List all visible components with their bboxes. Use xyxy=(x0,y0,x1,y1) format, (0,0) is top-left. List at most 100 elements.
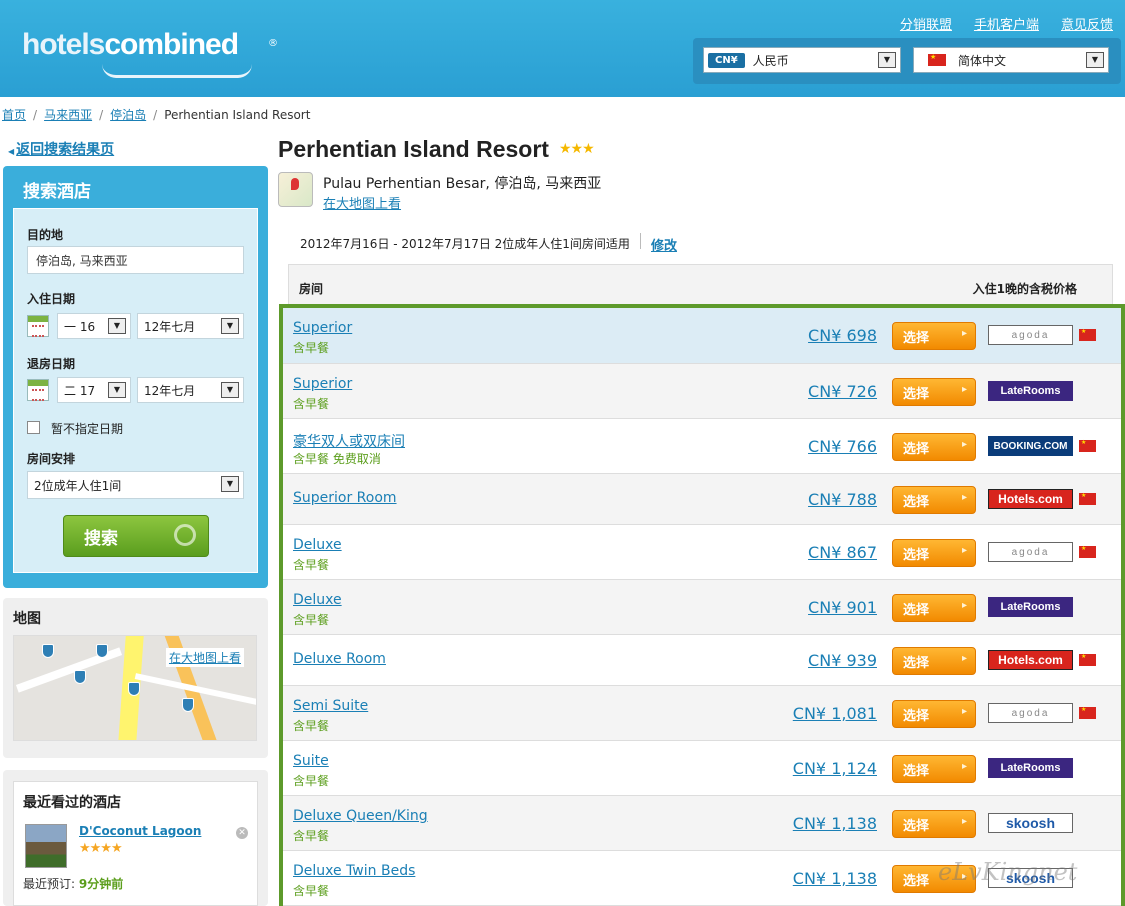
rooms-select[interactable]: 2位成年人住1间 ▼ xyxy=(27,471,244,499)
affiliate-link[interactable]: 分销联盟 xyxy=(900,14,952,33)
select-offer-button[interactable]: 选择 xyxy=(892,647,976,675)
provider-logo-skoosh[interactable]: skoosh xyxy=(988,813,1073,833)
map-pin-icon[interactable] xyxy=(42,644,54,658)
back-to-results-link[interactable]: ◀ 返回搜索结果页 xyxy=(8,139,114,159)
provider-logo-laterooms[interactable]: LateRooms xyxy=(988,758,1073,778)
room-name-link[interactable]: Deluxe Queen/King xyxy=(293,808,428,824)
currency-code-badge: CN¥ xyxy=(708,52,745,68)
select-offer-button[interactable]: 选择 xyxy=(892,322,976,350)
close-icon[interactable]: ✕ xyxy=(236,827,248,839)
checkout-month-select[interactable]: 12年七月 ▼ xyxy=(137,377,244,403)
room-inclusions: 含早餐 xyxy=(293,341,330,355)
room-name-link[interactable]: Deluxe xyxy=(293,537,342,553)
search-icon xyxy=(174,524,196,546)
stay-dates-summary: 2012年7月16日 - 2012年7月17日 2位成年人住1间房间适用 xyxy=(300,237,630,251)
china-flag-icon xyxy=(1079,439,1096,452)
checkout-day-select[interactable]: 二 17 ▼ xyxy=(57,377,131,403)
provider-logo-hotels[interactable]: Hotels.com xyxy=(988,650,1073,670)
no-date-checkbox[interactable] xyxy=(27,421,40,434)
breadcrumb-current: Perhentian Island Resort xyxy=(164,108,311,122)
destination-input[interactable]: 停泊岛, 马来西亚 xyxy=(27,246,244,274)
room-price-link[interactable]: CN¥ 901 xyxy=(808,598,877,617)
room-price-link[interactable]: CN¥ 1,124 xyxy=(793,759,877,778)
modify-dates-link[interactable]: 修改 xyxy=(651,235,677,254)
room-price-link[interactable]: CN¥ 1,138 xyxy=(793,814,877,833)
room-name-link[interactable]: Suite xyxy=(293,753,329,769)
hotel-thumbnail[interactable] xyxy=(25,824,67,868)
view-large-map-link[interactable]: 在大地图上看 xyxy=(165,648,244,667)
select-offer-button[interactable]: 选择 xyxy=(892,594,976,622)
checkin-day-select[interactable]: 一 16 ▼ xyxy=(57,313,131,339)
map-pin-icon[interactable] xyxy=(128,682,140,696)
chevron-down-icon[interactable]: ▼ xyxy=(108,318,126,334)
chevron-down-icon[interactable]: ▼ xyxy=(221,318,239,334)
mini-map[interactable]: 在大地图上看 xyxy=(13,635,257,741)
room-price-link[interactable]: CN¥ 939 xyxy=(808,651,877,670)
room-price-link[interactable]: CN¥ 698 xyxy=(808,326,877,345)
breadcrumb-island[interactable]: 停泊岛 xyxy=(110,108,146,122)
select-offer-button[interactable]: 选择 xyxy=(892,378,976,406)
room-inclusions: 含早餐 xyxy=(293,829,330,843)
china-flag-icon xyxy=(1079,706,1096,719)
feedback-link[interactable]: 意见反馈 xyxy=(1061,14,1113,33)
room-price-link[interactable]: CN¥ 867 xyxy=(808,543,877,562)
room-row: Semi Suite 含早餐 CN¥ 1,081 选择 agoda xyxy=(283,686,1121,741)
room-name-link[interactable]: Deluxe Room xyxy=(293,651,386,667)
chevron-down-icon[interactable]: ▼ xyxy=(108,382,126,398)
select-offer-button[interactable]: 选择 xyxy=(892,539,976,567)
room-offers-list: Superior 含早餐 CN¥ 698 选择 agoda Superior 含早餐 CN¥ … xyxy=(279,304,1125,906)
recent-hotel-link[interactable]: D'Coconut Lagoon xyxy=(79,824,201,838)
room-name-link[interactable]: Superior Room xyxy=(293,490,397,506)
room-name-link[interactable]: Deluxe xyxy=(293,592,342,608)
search-panel-title: 搜索酒店 xyxy=(23,182,91,202)
calendar-icon[interactable] xyxy=(27,315,49,337)
provider-logo-hotels[interactable]: Hotels.com xyxy=(988,489,1073,509)
language-select[interactable]: 简体中文 ▼ xyxy=(913,47,1109,73)
calendar-icon[interactable] xyxy=(27,379,49,401)
provider-logo-laterooms[interactable]: LateRooms xyxy=(988,597,1073,617)
provider-logo-agoda[interactable]: agoda xyxy=(988,325,1073,345)
mobile-app-link[interactable]: 手机客户端 xyxy=(974,14,1039,33)
room-price-link[interactable]: CN¥ 788 xyxy=(808,490,877,509)
room-price-link[interactable]: CN¥ 1,081 xyxy=(793,704,877,723)
logo-text: hotelscombined xyxy=(22,28,239,61)
room-name-link[interactable]: Superior xyxy=(293,320,352,336)
breadcrumb-home[interactable]: 首页 xyxy=(2,108,26,122)
column-room: 房间 xyxy=(299,282,324,296)
chevron-down-icon[interactable]: ▼ xyxy=(878,52,896,68)
hotelscombined-logo[interactable]: hotelscombined ® xyxy=(22,18,278,78)
chevron-down-icon[interactable]: ▼ xyxy=(1086,52,1104,68)
room-name-link[interactable]: Superior xyxy=(293,376,352,392)
checkin-month-select[interactable]: 12年七月 ▼ xyxy=(137,313,244,339)
provider-logo-agoda[interactable]: agoda xyxy=(988,542,1073,562)
room-name-link[interactable]: Deluxe Twin Beds xyxy=(293,863,415,879)
breadcrumb-country[interactable]: 马来西亚 xyxy=(44,108,92,122)
site-header: hotelscombined ® 分销联盟 手机客户端 意见反馈 CN¥ 人民币… xyxy=(0,0,1125,97)
chevron-down-icon[interactable]: ▼ xyxy=(221,476,239,492)
map-pin-icon[interactable] xyxy=(74,670,86,684)
provider-logo-laterooms[interactable]: LateRooms xyxy=(988,381,1073,401)
room-price-link[interactable]: CN¥ 1,138 xyxy=(793,869,877,888)
select-offer-button[interactable]: 选择 xyxy=(892,433,976,461)
map-panel-title: 地图 xyxy=(13,611,41,627)
china-flag-icon xyxy=(1079,545,1096,558)
room-name-link[interactable]: 豪华双人或双床间 xyxy=(293,431,405,451)
map-icon[interactable] xyxy=(278,172,313,207)
map-pin-icon[interactable] xyxy=(182,698,194,712)
select-offer-button[interactable]: 选择 xyxy=(892,810,976,838)
locale-selectors: CN¥ 人民币 ▼ 简体中文 ▼ xyxy=(693,38,1121,84)
view-large-map-link[interactable]: 在大地图上看 xyxy=(323,193,401,212)
select-offer-button[interactable]: 选择 xyxy=(892,486,976,514)
room-name-link[interactable]: Semi Suite xyxy=(293,698,368,714)
room-price-link[interactable]: CN¥ 726 xyxy=(808,382,877,401)
room-price-link[interactable]: CN¥ 766 xyxy=(808,437,877,456)
chevron-down-icon[interactable]: ▼ xyxy=(221,382,239,398)
select-offer-button[interactable]: 选择 xyxy=(892,700,976,728)
select-offer-button[interactable]: 选择 xyxy=(892,755,976,783)
search-button[interactable]: 搜索 xyxy=(63,515,209,557)
map-pin-icon[interactable] xyxy=(96,644,108,658)
provider-logo-agoda[interactable]: agoda xyxy=(988,703,1073,723)
currency-select[interactable]: CN¥ 人民币 ▼ xyxy=(703,47,901,73)
hotel-search-panel: 搜索酒店 目的地 停泊岛, 马来西亚 入住日期 一 16 ▼ 12年七月 ▼ 退房日… xyxy=(3,166,268,588)
provider-logo-booking[interactable]: BOOKING.COM xyxy=(988,436,1073,456)
